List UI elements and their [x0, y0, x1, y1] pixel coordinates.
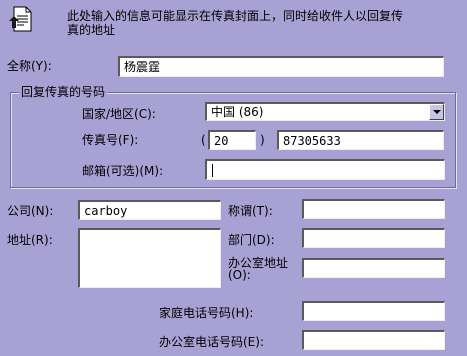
- area-code-open-paren: (: [201, 133, 206, 147]
- country-label: 国家/地区(C):: [82, 107, 156, 121]
- fax-area-code-value: 20: [214, 134, 229, 148]
- chevron-down-icon[interactable]: [429, 104, 444, 120]
- address-label: 地址(R):: [7, 233, 53, 247]
- home-phone-label: 家庭电话号码(H):: [159, 306, 254, 320]
- company-label: 公司(N):: [7, 204, 54, 218]
- title-field[interactable]: [302, 199, 445, 219]
- mailbox-label: 邮箱(可选)(M):: [82, 164, 164, 178]
- reply-fax-group-label: 回复传真的号码: [19, 85, 108, 99]
- company-value: carboy: [84, 204, 128, 218]
- address-field[interactable]: [78, 228, 221, 288]
- text-cursor: [212, 164, 213, 177]
- fax-area-code-field[interactable]: 20: [208, 130, 256, 150]
- office-phone-label: 办公室电话号码(E):: [159, 335, 264, 349]
- home-phone-field[interactable]: [302, 301, 445, 321]
- fax-number-field[interactable]: 87305633: [277, 130, 444, 150]
- title-label: 称谓(T):: [228, 204, 273, 218]
- full-name-field[interactable]: 杨震霆: [118, 56, 444, 77]
- office-phone-field[interactable]: [302, 330, 445, 350]
- office-label-line2: (O):: [228, 268, 251, 282]
- fax-number-value: 87305633: [283, 134, 341, 148]
- country-select[interactable]: 中国 (86): [205, 102, 445, 121]
- department-field[interactable]: [302, 228, 445, 248]
- full-name-value: 杨震霆: [124, 60, 161, 74]
- full-name-label: 全称(Y):: [7, 59, 52, 73]
- department-label: 部门(D):: [228, 233, 275, 247]
- office-field[interactable]: [302, 258, 445, 278]
- fax-cover-info-icon: [6, 4, 36, 34]
- company-field[interactable]: carboy: [78, 200, 221, 220]
- info-text-line1: 此处输入的信息可能显示在传真封面上，同时给收件人以回复传: [67, 9, 404, 23]
- info-text-line2: 真的地址: [67, 23, 116, 37]
- country-value: 中国 (86): [211, 105, 264, 119]
- fax-label: 传真号(F):: [82, 133, 139, 147]
- area-code-close-paren: ): [260, 133, 265, 147]
- mailbox-field[interactable]: [205, 159, 445, 180]
